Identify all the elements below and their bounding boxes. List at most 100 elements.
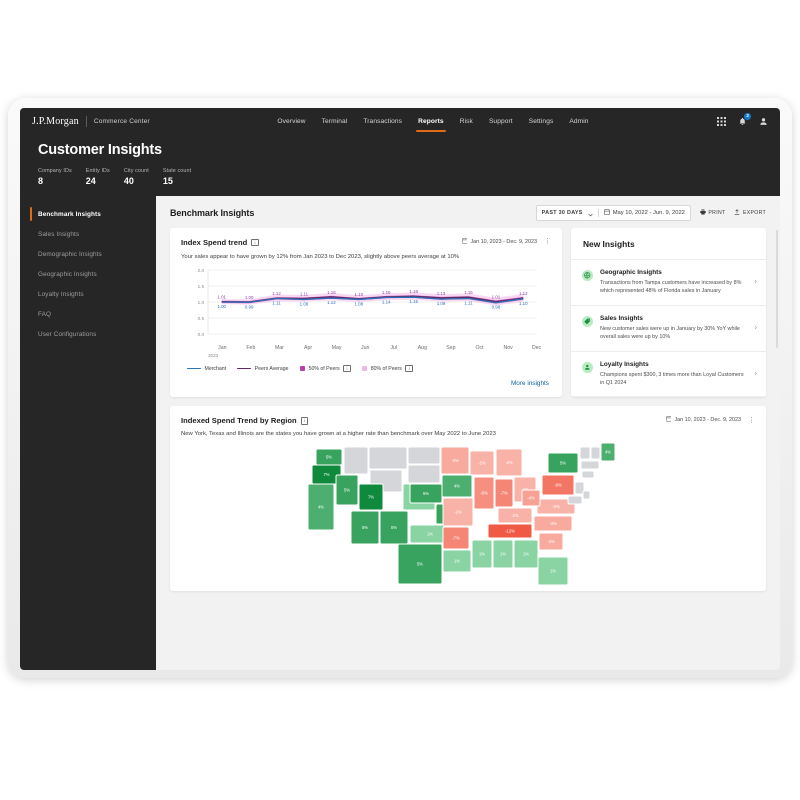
info-icon[interactable]: i bbox=[343, 365, 351, 373]
card-meta: Jan 10, 2023 - Dec. 9, 2023 ⋮ bbox=[462, 238, 551, 246]
top-navigation-bar: J.P.Morgan Commerce Center Overview Term… bbox=[20, 108, 780, 134]
x-tick: Jul bbox=[379, 345, 408, 351]
insight-description: Champions spent $300, 3 times more than … bbox=[600, 371, 748, 388]
stat-city-count: City count 40 bbox=[124, 168, 149, 186]
date-range-picker[interactable]: May 10, 2022 - Jun. 9, 2022 bbox=[604, 209, 685, 217]
insight-item-sales[interactable]: Sales Insights New customer sales were u… bbox=[571, 306, 766, 352]
brand-logo[interactable]: J.P.Morgan Commerce Center bbox=[32, 116, 150, 127]
map-card-overflow-menu-icon[interactable]: ⋮ bbox=[748, 418, 755, 423]
nav-link-settings[interactable]: Settings bbox=[529, 118, 554, 132]
range-preset-label[interactable]: PAST 30 DAYS bbox=[542, 210, 583, 216]
svg-text:5%: 5% bbox=[560, 461, 566, 466]
legend-item-50-peers[interactable]: 50% of Peers i bbox=[300, 365, 351, 373]
svg-text:-7%: -7% bbox=[500, 491, 508, 496]
legend-item-merchant[interactable]: Merchant bbox=[187, 366, 226, 372]
insight-item-loyalty[interactable]: Loyalty Insights Champions spent $300, 3… bbox=[571, 352, 766, 398]
sidebar-item-user-configurations[interactable]: User Configurations bbox=[20, 324, 156, 344]
info-icon[interactable]: i bbox=[301, 417, 309, 425]
chevron-right-icon[interactable]: › bbox=[755, 279, 757, 286]
svg-text:1.14: 1.14 bbox=[382, 299, 391, 304]
chevron-right-icon[interactable]: › bbox=[755, 325, 757, 332]
svg-text:1.08: 1.08 bbox=[355, 301, 364, 306]
chevron-right-icon[interactable]: › bbox=[755, 370, 757, 377]
sidebar-item-loyalty-insights[interactable]: Loyalty Insights bbox=[20, 284, 156, 304]
x-tick: Apr bbox=[294, 345, 323, 351]
svg-text:2.0: 2.0 bbox=[198, 268, 205, 273]
nav-link-transactions[interactable]: Transactions bbox=[363, 118, 402, 132]
us-choropleth-svg[interactable]: 5%7%4%5%7%5%5%1%5%5%1%5%-3%4%-2%-7%1%-2%… bbox=[298, 441, 638, 591]
insight-title: Geographic Insights bbox=[600, 269, 748, 276]
printer-icon bbox=[700, 209, 706, 217]
svg-text:1.16: 1.16 bbox=[382, 290, 391, 295]
index-spend-trend-card: Index Spend trend i Jan 10, 2023 - Dec. … bbox=[170, 228, 562, 397]
svg-text:1.13: 1.13 bbox=[437, 291, 446, 296]
map-card-date-range[interactable]: Jan 10, 2023 - Dec. 9, 2023 bbox=[666, 416, 741, 424]
stat-label: Company IDs bbox=[38, 168, 72, 174]
x-tick: Sep bbox=[437, 345, 466, 351]
card-overflow-menu-icon[interactable]: ⋮ bbox=[544, 239, 551, 244]
card-date-range-text: Jan 10, 2023 - Dec. 9, 2023 bbox=[470, 239, 537, 245]
svg-text:1%: 1% bbox=[454, 559, 460, 564]
notification-bell-icon[interactable]: 2 bbox=[737, 116, 747, 126]
legend-label: Peers Average bbox=[255, 366, 289, 372]
sidebar-item-sales-insights[interactable]: Sales Insights bbox=[20, 224, 156, 244]
legend-color-swatch bbox=[300, 366, 306, 372]
info-icon[interactable]: i bbox=[405, 365, 413, 373]
info-icon[interactable]: i bbox=[251, 239, 259, 247]
legend-label: 50% of Peers bbox=[309, 366, 340, 372]
svg-text:-12%: -12% bbox=[505, 529, 515, 534]
stat-company-ids: Company IDs 8 bbox=[38, 168, 72, 186]
insight-item-geographic[interactable]: Geographic Insights Transactions from Ta… bbox=[571, 260, 766, 306]
sidebar-item-faq[interactable]: FAQ bbox=[20, 304, 156, 324]
nav-link-admin[interactable]: Admin bbox=[569, 118, 588, 132]
primary-nav-links: Overview Terminal Transactions Reports R… bbox=[277, 111, 588, 132]
svg-text:-6%: -6% bbox=[480, 491, 488, 496]
print-button[interactable]: PRINT bbox=[700, 209, 726, 217]
nav-link-overview[interactable]: Overview bbox=[277, 118, 305, 132]
sidebar-item-demographic-insights[interactable]: Demographic Insights bbox=[20, 244, 156, 264]
svg-text:-4%: -4% bbox=[527, 496, 535, 501]
page-stats: Company IDs 8 Entity IDs 24 City count 4… bbox=[38, 168, 762, 186]
chevron-down-icon[interactable] bbox=[588, 204, 593, 222]
spend-trend-chart: 0.00.51.01.52.01.011.001.121.111.161.101… bbox=[181, 266, 551, 344]
apps-grid-icon[interactable] bbox=[716, 116, 726, 126]
svg-text:5%: 5% bbox=[344, 488, 350, 493]
nav-link-terminal[interactable]: Terminal bbox=[322, 118, 348, 132]
globe-icon bbox=[582, 270, 593, 281]
page-title: Customer Insights bbox=[38, 142, 762, 158]
svg-text:-9%: -9% bbox=[554, 483, 562, 488]
map-card-date-range-text: Jan 10, 2023 - Dec. 9, 2023 bbox=[674, 417, 741, 423]
new-insights-card: New Insights Geographic Insights Transac… bbox=[571, 228, 766, 397]
toolbar-actions: PAST 30 DAYS May 10, 2022 - Jun. 9, 2022 bbox=[536, 205, 766, 221]
stat-value: 8 bbox=[38, 176, 72, 186]
sidebar-item-geographic-insights[interactable]: Geographic Insights bbox=[20, 264, 156, 284]
more-insights-link[interactable]: More insights bbox=[181, 380, 551, 387]
x-tick: Aug bbox=[408, 345, 437, 351]
sidebar-item-benchmark-insights[interactable]: Benchmark Insights bbox=[20, 204, 156, 224]
nav-link-reports[interactable]: Reports bbox=[418, 118, 444, 132]
card-date-range[interactable]: Jan 10, 2023 - Dec. 9, 2023 bbox=[462, 238, 537, 246]
product-name: Commerce Center bbox=[94, 118, 150, 125]
svg-text:1.15: 1.15 bbox=[464, 290, 473, 295]
card-title-text: Index Spend trend bbox=[181, 238, 247, 247]
notification-badge: 2 bbox=[744, 113, 751, 120]
insights-scrollbar[interactable] bbox=[776, 230, 778, 348]
nav-link-risk[interactable]: Risk bbox=[460, 118, 473, 132]
insight-body: Geographic Insights Transactions from Ta… bbox=[600, 269, 756, 296]
svg-text:4%: 4% bbox=[454, 484, 460, 489]
x-tick: Jan bbox=[208, 345, 237, 351]
svg-text:7%: 7% bbox=[368, 495, 374, 500]
svg-text:1%: 1% bbox=[523, 552, 529, 557]
svg-text:1.10: 1.10 bbox=[355, 292, 364, 297]
svg-text:1.01: 1.01 bbox=[217, 295, 226, 300]
stat-label: State count bbox=[163, 168, 191, 174]
svg-text:1%: 1% bbox=[479, 552, 485, 557]
svg-text:5%: 5% bbox=[417, 562, 423, 567]
legend-item-80-peers[interactable]: 80% of Peers i bbox=[362, 365, 413, 373]
export-button[interactable]: EXPORT bbox=[734, 209, 766, 217]
nav-link-support[interactable]: Support bbox=[489, 118, 513, 132]
user-account-icon[interactable] bbox=[758, 116, 768, 126]
legend-item-peers-average[interactable]: Peers Average bbox=[237, 366, 288, 372]
svg-text:5%: 5% bbox=[362, 525, 368, 530]
indexed-spend-by-region-card: Indexed Spend Trend by Region i Jan 10, … bbox=[170, 406, 766, 591]
